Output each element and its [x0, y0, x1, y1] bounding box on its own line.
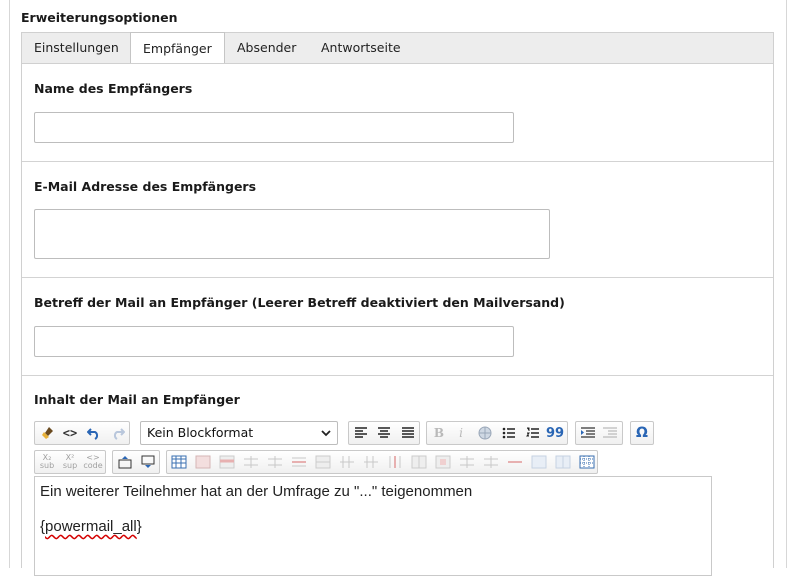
toolbar-group-edit: <>	[34, 421, 130, 445]
editor-toolbar-row-1: <> Kein Blockformat B i 99 Ω	[34, 421, 734, 445]
blockquote-icon[interactable]: 99	[545, 424, 565, 442]
undo-icon[interactable]	[84, 424, 104, 442]
toolbar-group-align	[348, 421, 420, 445]
split-row-icon[interactable]	[313, 453, 333, 471]
editor-line-2: {powermail_all}	[40, 518, 706, 536]
cell-properties-icon[interactable]	[433, 453, 453, 471]
toolbar-group-table	[166, 450, 598, 474]
bold-icon[interactable]: B	[429, 424, 449, 442]
italic-icon[interactable]: i	[451, 424, 471, 442]
delete-row-icon[interactable]	[289, 453, 309, 471]
editor-brace-close: }	[136, 518, 142, 535]
bullet-list-icon[interactable]	[499, 424, 519, 442]
toolbar-group-script: X₂ sub X² sup <> code	[34, 450, 106, 474]
field-receiver-email: E-Mail Adresse des Empfängers	[22, 162, 773, 278]
insert-row-before-icon[interactable]	[241, 453, 261, 471]
toolbar-group-indent	[575, 421, 623, 445]
redo-icon[interactable]	[108, 424, 128, 442]
subject-input[interactable]	[34, 326, 514, 357]
editor-line-1: Ein weiterer Teilnehmer hat an der Umfra…	[40, 483, 473, 500]
tab-panel: Name des Empfängers E-Mail Adresse des E…	[21, 63, 774, 576]
insert-paragraph-after-icon[interactable]	[138, 453, 158, 471]
tab-bar: Einstellungen Empfänger Absender Antwort…	[21, 32, 774, 65]
table-properties-icon[interactable]	[193, 453, 213, 471]
special-character-icon[interactable]: Ω	[632, 424, 652, 442]
toolbar-group-special: Ω	[630, 421, 654, 445]
field-subject: Betreff der Mail an Empfänger (Leerer Be…	[22, 278, 773, 376]
toolbar-group-format: B i 99	[426, 421, 568, 445]
insert-column-after-icon[interactable]	[361, 453, 381, 471]
subject-label: Betreff der Mail an Empfänger (Leerer Be…	[34, 295, 565, 310]
insert-cell-after-icon[interactable]	[481, 453, 501, 471]
receiver-email-label: E-Mail Adresse des Empfängers	[34, 179, 257, 194]
delete-column-icon[interactable]	[385, 453, 405, 471]
insert-row-after-icon[interactable]	[265, 453, 285, 471]
editor-placeholder-token: powermail_all	[45, 518, 137, 535]
blockformat-select[interactable]: Kein Blockformat	[140, 421, 338, 445]
tab-empfaenger[interactable]: Empfänger	[130, 32, 225, 65]
receiver-name-input[interactable]	[34, 112, 514, 143]
merge-cells-icon[interactable]	[529, 453, 549, 471]
row-properties-icon[interactable]	[217, 453, 237, 471]
align-justify-icon[interactable]	[398, 424, 418, 442]
chevron-down-icon	[321, 422, 331, 444]
tab-antwortseite[interactable]: Antwortseite	[309, 33, 413, 65]
tab-absender[interactable]: Absender	[225, 33, 308, 65]
split-column-icon[interactable]	[409, 453, 429, 471]
field-receiver-name: Name des Empfängers	[22, 64, 773, 162]
cleanup-broom-icon[interactable]	[38, 424, 58, 442]
rich-text-editor[interactable]: Ein weiterer Teilnehmer hat an der Umfra…	[34, 476, 712, 576]
align-left-icon[interactable]	[351, 424, 371, 442]
indent-icon[interactable]	[578, 424, 598, 442]
tab-einstellungen[interactable]: Einstellungen	[22, 33, 131, 65]
receiver-email-input[interactable]	[34, 209, 550, 259]
receiver-name-label: Name des Empfängers	[34, 81, 193, 96]
outdent-icon[interactable]	[600, 424, 620, 442]
delete-cell-icon[interactable]	[505, 453, 525, 471]
body-label: Inhalt der Mail an Empfänger	[34, 392, 240, 407]
link-globe-icon[interactable]	[475, 424, 495, 442]
subscript-label: sub	[39, 461, 55, 470]
split-cell-icon[interactable]	[553, 453, 573, 471]
section-title: Erweiterungsoptionen	[21, 10, 178, 25]
blockformat-value: Kein Blockformat	[147, 425, 254, 440]
superscript-label: sup	[62, 461, 78, 470]
editor-toolbar-row-2: X₂ sub X² sup <> code	[34, 450, 734, 474]
inline-code-icon[interactable]: <> code	[83, 453, 103, 471]
subscript-icon[interactable]: X₂ sub	[37, 453, 57, 471]
numbered-list-icon[interactable]	[523, 424, 543, 442]
align-center-icon[interactable]	[374, 424, 394, 442]
insert-paragraph-before-icon[interactable]	[115, 453, 135, 471]
superscript-icon[interactable]: X² sup	[60, 453, 80, 471]
code-label: code	[83, 461, 103, 470]
insert-cell-before-icon[interactable]	[457, 453, 477, 471]
toggle-table-borders-icon[interactable]	[577, 453, 597, 471]
toolbar-group-insert	[112, 450, 160, 474]
insert-column-before-icon[interactable]	[337, 453, 357, 471]
insert-table-icon[interactable]	[169, 453, 189, 471]
source-code-icon[interactable]: <>	[60, 424, 80, 442]
